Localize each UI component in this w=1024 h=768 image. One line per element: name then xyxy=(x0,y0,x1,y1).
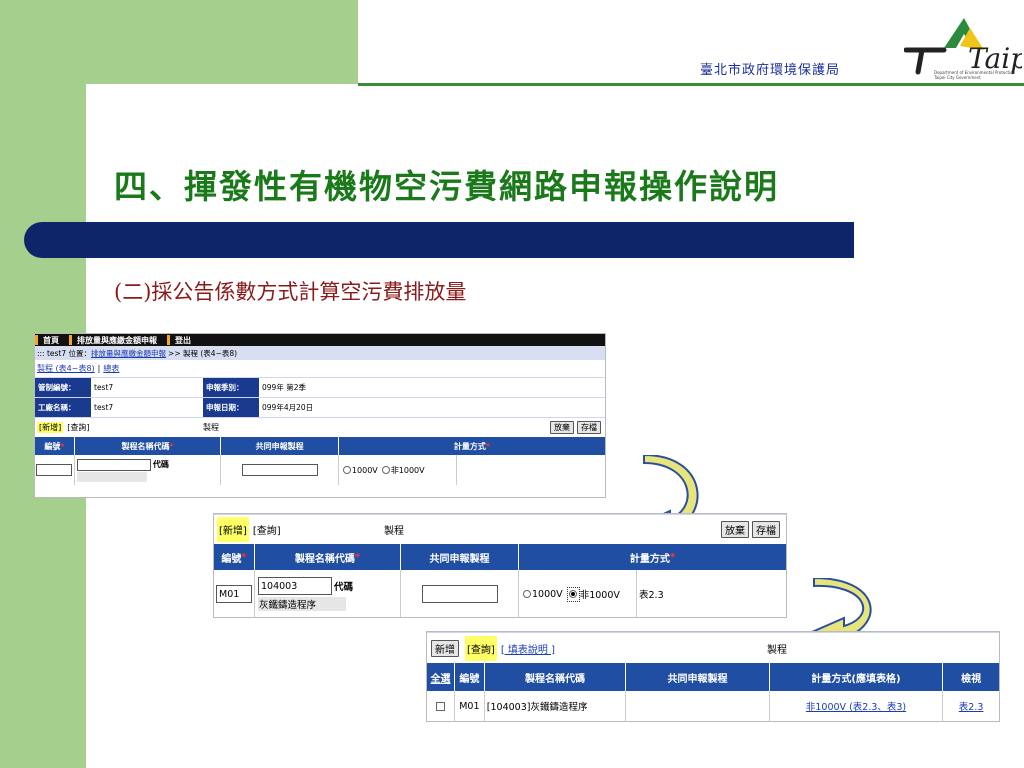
save-button[interactable]: 存檔 xyxy=(577,421,601,434)
code-input[interactable] xyxy=(76,458,151,471)
title-underline-bar xyxy=(24,222,854,258)
name-display: 灰鐵鑄造程序 xyxy=(258,597,346,611)
radio-1000v[interactable] xyxy=(523,590,531,598)
ctrl-no-label: 管制編號： xyxy=(35,378,91,397)
screenshot-form-filled: [新增] [查詢] 製程 放棄 存檔 編號 * 製程名稱代碼 * 共同申報製程 計量… xyxy=(213,513,787,618)
row-method-link[interactable]: 非1000V (表2.3、表3) xyxy=(806,699,906,713)
factory-value: test7 xyxy=(94,403,114,412)
add-action[interactable]: [新增] xyxy=(217,517,249,542)
info-row-2: 工廠名稱： test7 申報日期： 099年4月20日 xyxy=(35,397,605,417)
logo-subtitle: Department of Environmental Protection T… xyxy=(934,70,1016,80)
menu-marker-icon xyxy=(35,335,38,345)
col-no: 編號 * xyxy=(35,437,75,455)
col-method: 計量方式 * xyxy=(453,441,491,451)
col-no: 編號 xyxy=(455,663,485,691)
section-subtitle: (二)採公告係數方式計算空污費排放量 xyxy=(114,280,467,304)
col-code: 製程名稱代碼 xyxy=(485,663,627,691)
sub-tabs: 製程 (表4~表8) | 總表 xyxy=(37,363,120,374)
discard-button[interactable]: 放棄 xyxy=(550,421,574,434)
no-input[interactable]: M01 xyxy=(216,585,252,603)
menu-item-home[interactable]: 首頁 xyxy=(35,335,59,346)
radio-non-1000v[interactable] xyxy=(568,590,577,598)
code-label: 代碼 xyxy=(334,582,354,593)
info-row-1: 管制編號： test7 申報季別： 099年 第2季 xyxy=(35,377,605,397)
table-row: M01 [104003]灰鐵鑄造程序 非1000V (表2.3、表3) 表2.3 xyxy=(427,691,999,721)
radio-1000v[interactable] xyxy=(342,466,351,474)
code-label: 代碼 xyxy=(152,460,169,469)
tab-summary[interactable]: 總表 xyxy=(103,363,119,374)
slide: 臺北市政府環境保護局 Taipei Department of Environm… xyxy=(0,0,1024,768)
menu-item-logout[interactable]: 登出 xyxy=(167,335,191,346)
season-label: 申報季別： xyxy=(203,378,259,397)
row-view-link[interactable]: 表2.3 xyxy=(959,699,984,713)
tab-process[interactable]: 製程 (表4~表8) xyxy=(37,363,95,374)
row-checkbox[interactable] xyxy=(435,701,445,711)
add-button[interactable]: 新增 xyxy=(431,639,459,657)
menu-marker-icon xyxy=(167,335,170,345)
col-code: 製程名稱代碼 * xyxy=(255,544,401,570)
col-shared: 共同申報製程 xyxy=(626,663,770,691)
table-header: 編號 * 製程名稱代碼 * 共同申報製程 計量方式 * xyxy=(214,544,786,570)
section-label: 製程 xyxy=(384,526,404,537)
date-label: 申報日期： xyxy=(203,398,259,417)
table-header: 編號 * 製程名稱代碼 * 共同申報製程 計量方式 * xyxy=(35,437,605,455)
col-method: 計量方式(應填表格) xyxy=(770,663,944,691)
save-button[interactable]: 存檔 xyxy=(752,521,780,538)
discard-button[interactable]: 放棄 xyxy=(721,521,749,538)
section-label: 製程 xyxy=(767,644,787,656)
table-ref: 表2.3 xyxy=(639,590,664,601)
table-row: 代碼 1000V 非1000V xyxy=(35,455,605,485)
screenshot-form-empty: 首頁 排放量與應繳金額申報 登出 ::: test7 位置： 排放量與應繳金額申… xyxy=(34,333,606,498)
row-code: [104003]灰鐵鑄造程序 xyxy=(485,691,627,721)
date-value: 099年4月20日 xyxy=(262,403,314,412)
menu-marker-icon xyxy=(69,335,72,345)
col-select-all: 全選 xyxy=(427,663,455,691)
action-row: [新增] [查詢] 製程 放棄 存檔 xyxy=(214,514,786,544)
screenshot-list-result: 新增 [查詢] [ 填表說明 ] 製程 全選 編號 製程名稱代碼 共同申報製程 … xyxy=(426,631,1000,722)
col-shared: 共同申報製程 xyxy=(221,437,339,455)
query-action[interactable]: [查詢] xyxy=(465,635,497,661)
col-view: 檢視 xyxy=(961,673,982,685)
no-input[interactable] xyxy=(36,464,73,476)
col-code: 製程名稱代碼 * xyxy=(75,437,222,455)
breadcrumb-link-declare[interactable]: 排放量與應繳金額申報 xyxy=(91,348,166,359)
top-menu: 首頁 排放量與應繳金額申報 登出 xyxy=(35,334,605,346)
org-name: 臺北市政府環境保護局 xyxy=(700,63,841,78)
action-row: [新增] [查詢] 製程 放棄 存檔 xyxy=(35,417,605,437)
add-action[interactable]: [新增] xyxy=(37,422,64,433)
action-row: 新增 [查詢] [ 填表說明 ] 製程 xyxy=(427,632,999,663)
factory-label: 工廠名稱： xyxy=(35,398,91,417)
help-link[interactable]: [ 填表說明 ] xyxy=(501,641,555,656)
code-input[interactable]: 104003 xyxy=(258,577,332,595)
radio-non-1000v[interactable] xyxy=(381,466,390,474)
breadcrumb: ::: test7 位置： 排放量與應繳金額申報 >> 製程 (表4~表8) xyxy=(35,346,605,360)
row-shared xyxy=(626,691,770,721)
page-title: 四、揮發性有機物空污費網路申報操作說明 xyxy=(114,167,779,206)
row-no: M01 xyxy=(455,691,485,721)
menu-item-declare[interactable]: 排放量與應繳金額申報 xyxy=(69,335,157,346)
ctrl-no-value: test7 xyxy=(94,383,114,392)
col-shared: 共同申報製程 xyxy=(401,544,519,570)
col-no: 編號 * xyxy=(214,544,255,570)
shared-input[interactable] xyxy=(421,585,498,603)
table-header: 全選 編號 製程名稱代碼 共同申報製程 計量方式(應填表格) 檢視 xyxy=(427,663,999,691)
name-display xyxy=(76,471,147,482)
season-value: 099年 第2季 xyxy=(262,383,306,392)
top-green-band xyxy=(0,0,358,84)
query-action[interactable]: [查詢] xyxy=(67,422,89,433)
shared-input[interactable] xyxy=(241,464,318,476)
table-row: M01 104003 代碼 灰鐵鑄造程序 1000V 非1000V 表2.3 xyxy=(214,570,786,617)
query-action[interactable]: [查詢] xyxy=(253,522,281,537)
col-method: 計量方式 * xyxy=(629,551,676,565)
section-label: 製程 xyxy=(203,423,219,432)
